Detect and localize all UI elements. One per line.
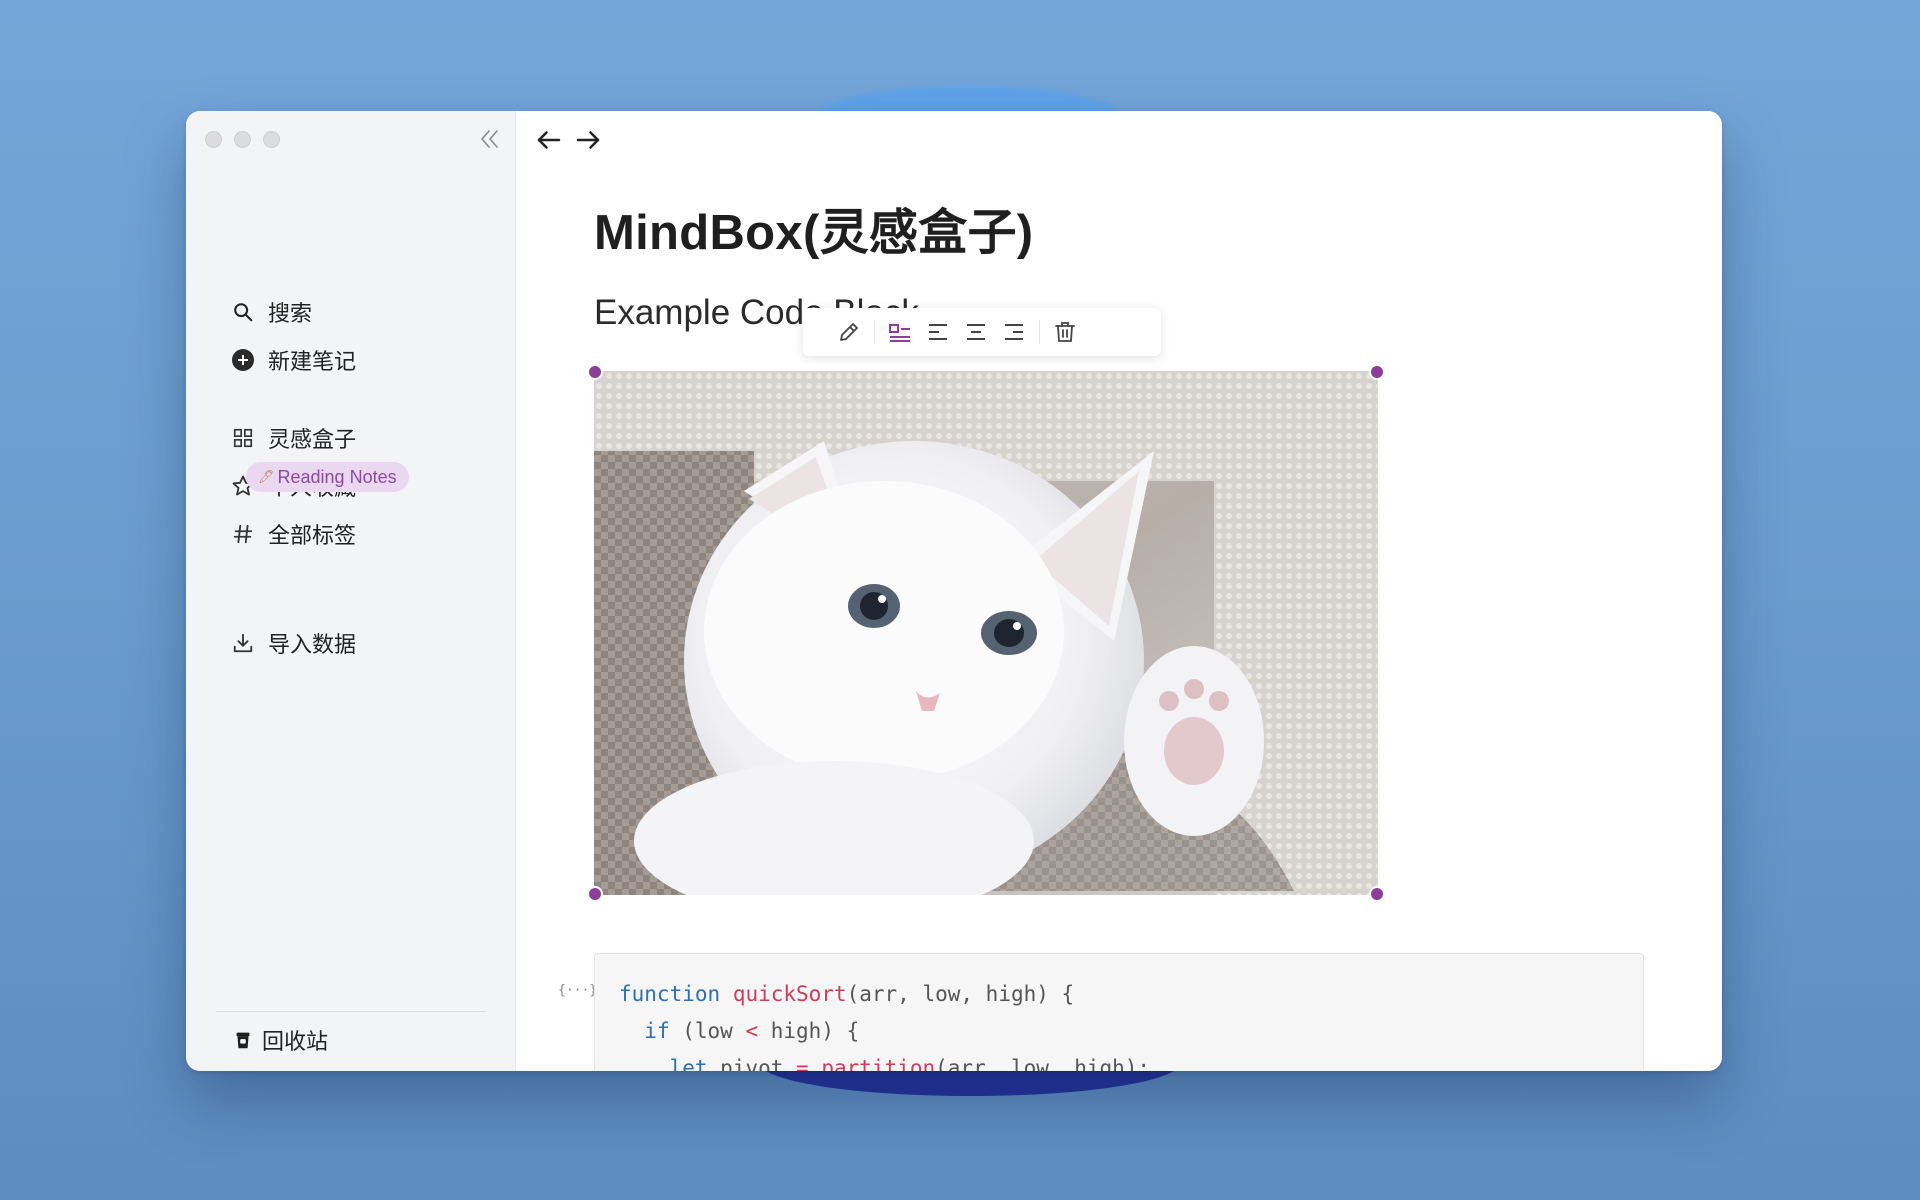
double-chevron-left-icon <box>481 130 498 148</box>
code-block-icon[interactable]: {···} <box>558 983 597 998</box>
arrow-right-icon <box>576 131 600 149</box>
code-token: function <box>619 982 721 1006</box>
sidebar-item-all-tags[interactable]: 全部标签 <box>230 517 356 551</box>
minimize-button[interactable] <box>234 131 251 148</box>
inline-layout-icon <box>889 324 910 342</box>
resize-handle-top-right[interactable] <box>1369 364 1385 380</box>
toolbar-separator <box>874 320 875 344</box>
download-icon <box>230 630 256 656</box>
sidebar-item-import-data[interactable]: 导入数据 <box>230 626 356 660</box>
window-controls <box>205 131 280 148</box>
close-button[interactable] <box>205 131 222 148</box>
code-line-2: if (low < high) { <box>644 1019 860 1043</box>
sidebar-item-label: 灵感盒子 <box>268 427 357 452</box>
align-left-button[interactable] <box>919 313 957 351</box>
image-block[interactable] <box>587 364 1385 902</box>
maximize-button[interactable] <box>263 131 280 148</box>
back-button[interactable] <box>534 125 564 155</box>
sidebar-item-new-note[interactable]: 新建笔记 <box>230 343 356 377</box>
align-center-button[interactable] <box>957 313 995 351</box>
pencil-icon <box>840 323 858 341</box>
delete-image-button[interactable] <box>1046 313 1084 351</box>
plus-circle-icon <box>230 347 256 373</box>
edit-image-button[interactable] <box>830 313 868 351</box>
hash-icon <box>230 521 256 547</box>
resize-handle-bottom-right[interactable] <box>1369 886 1385 902</box>
sidebar: 搜索 新建笔记 灵感盒子 个人收藏 全部标签 <box>186 111 516 1071</box>
code-line-3: let pivot = partition(arr, low, high); <box>619 1056 1151 1071</box>
sidebar-item-label: 全部标签 <box>268 523 357 548</box>
align-center-icon <box>967 324 985 340</box>
grid-icon <box>230 425 256 451</box>
image-toolbar <box>803 308 1161 356</box>
sidebar-divider <box>216 1011 486 1012</box>
app-window: 搜索 新建笔记 灵感盒子 个人收藏 全部标签 <box>186 111 1722 1071</box>
code-line-1: function quickSort(arr, low, high) { <box>619 982 1075 1006</box>
code-token: quickSort <box>732 982 847 1006</box>
trash-label: 回收站 <box>262 1029 329 1054</box>
code-token: if <box>644 1019 670 1043</box>
sidebar-item-label: 搜索 <box>268 301 313 326</box>
sidebar-item-label: 导入数据 <box>268 632 357 657</box>
toolbar-separator <box>1039 320 1040 344</box>
align-right-icon <box>1005 324 1023 340</box>
delete-icon <box>1055 322 1075 342</box>
code-token: < <box>745 1019 759 1043</box>
code-block[interactable]: function quickSort(arr, low, high) { if … <box>594 953 1644 1071</box>
sidebar-item-inspiration-box[interactable]: 灵感盒子 <box>230 421 356 455</box>
sidebar-item-label: 新建笔记 <box>268 349 357 374</box>
arrow-left-icon <box>537 131 561 149</box>
sidebar-item-trash[interactable]: 回收站 <box>232 1023 328 1057</box>
resize-handle-bottom-left[interactable] <box>587 886 603 902</box>
collapse-sidebar-button[interactable] <box>478 127 502 151</box>
pen-emoji-icon: 🖊 <box>258 469 275 484</box>
align-left-icon <box>929 324 947 340</box>
editor-main: MindBox(灵感盒子) Example Code Block {···} f… <box>516 111 1722 1071</box>
inline-layout-button[interactable] <box>881 313 919 351</box>
code-token: partition <box>821 1056 936 1071</box>
code-token: = <box>796 1056 809 1071</box>
search-icon <box>230 299 256 325</box>
tag-reading-notes[interactable]: 🖊 Reading Notes <box>246 462 409 492</box>
trash-icon <box>232 1029 254 1051</box>
code-token: let <box>669 1056 708 1071</box>
forward-button[interactable] <box>573 125 603 155</box>
align-right-button[interactable] <box>995 313 1033 351</box>
resize-handle-top-left[interactable] <box>587 364 603 380</box>
page-title[interactable]: MindBox(灵感盒子) <box>594 193 1033 264</box>
kitten-photo <box>594 371 1378 895</box>
sidebar-item-search[interactable]: 搜索 <box>230 295 312 329</box>
tag-label: Reading Notes <box>277 466 397 487</box>
